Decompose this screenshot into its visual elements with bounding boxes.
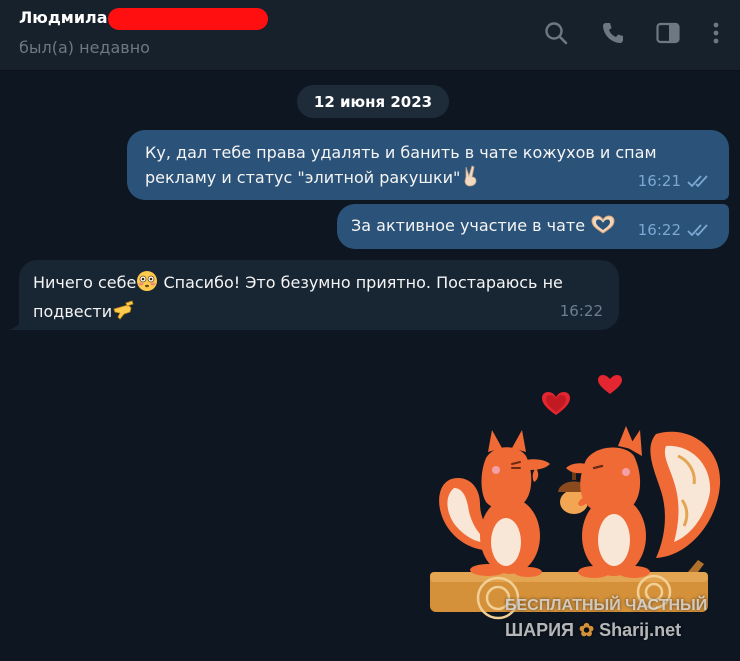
- search-icon[interactable]: [543, 20, 569, 46]
- date-separator: 12 июня 2023: [297, 85, 449, 118]
- phone-icon[interactable]: [600, 20, 626, 46]
- victory-hand-emoji: [460, 165, 482, 194]
- incoming-message[interactable]: Ничего себе Спасибо! Это безумно приятно…: [19, 260, 619, 330]
- message-time: 16:22: [559, 302, 603, 320]
- watermark-line2: ШАРИЯ ✿ Sharij.net: [505, 620, 682, 640]
- message-time: 16:21: [637, 172, 681, 190]
- chat-header: Людмила был(а) недавно: [0, 0, 740, 71]
- contact-name[interactable]: Людмила: [19, 8, 108, 27]
- message-meta: 16:22: [638, 218, 713, 242]
- message-meta: 16:22: [560, 299, 603, 323]
- outgoing-message[interactable]: Ку, дал тебе права удалять и банить в ча…: [127, 130, 729, 200]
- message-time: 16:22: [637, 221, 681, 239]
- message-meta: 16:21: [638, 169, 713, 193]
- sidebar-panel-icon[interactable]: [655, 20, 681, 46]
- more-vertical-icon[interactable]: [703, 20, 729, 46]
- heart-hands-emoji: [590, 215, 616, 242]
- redaction-mark: [108, 8, 268, 30]
- flushed-face-emoji: [136, 270, 158, 299]
- watermark-line1: БЕСПЛАТНЫЙ ЧАСТНЫЙ: [505, 597, 708, 614]
- squirrels-love-sticker[interactable]: [428, 360, 728, 620]
- outgoing-message[interactable]: За активное участие в чате 16:22: [337, 204, 729, 249]
- message-text: Ничего себе Спасибо! Это безумно приятно…: [33, 270, 605, 328]
- message-text: Ку, дал тебе права удалять и банить в ча…: [145, 141, 711, 194]
- watermark: БЕСПЛАТНЫЙ ЧАСТНЫЙ ШАРИЯ ✿ Sharij.net: [505, 594, 727, 654]
- double-check-icon: [687, 223, 713, 237]
- double-check-icon: [687, 174, 713, 188]
- saluting-hand-emoji: [112, 299, 134, 328]
- contact-status: был(а) недавно: [19, 38, 150, 57]
